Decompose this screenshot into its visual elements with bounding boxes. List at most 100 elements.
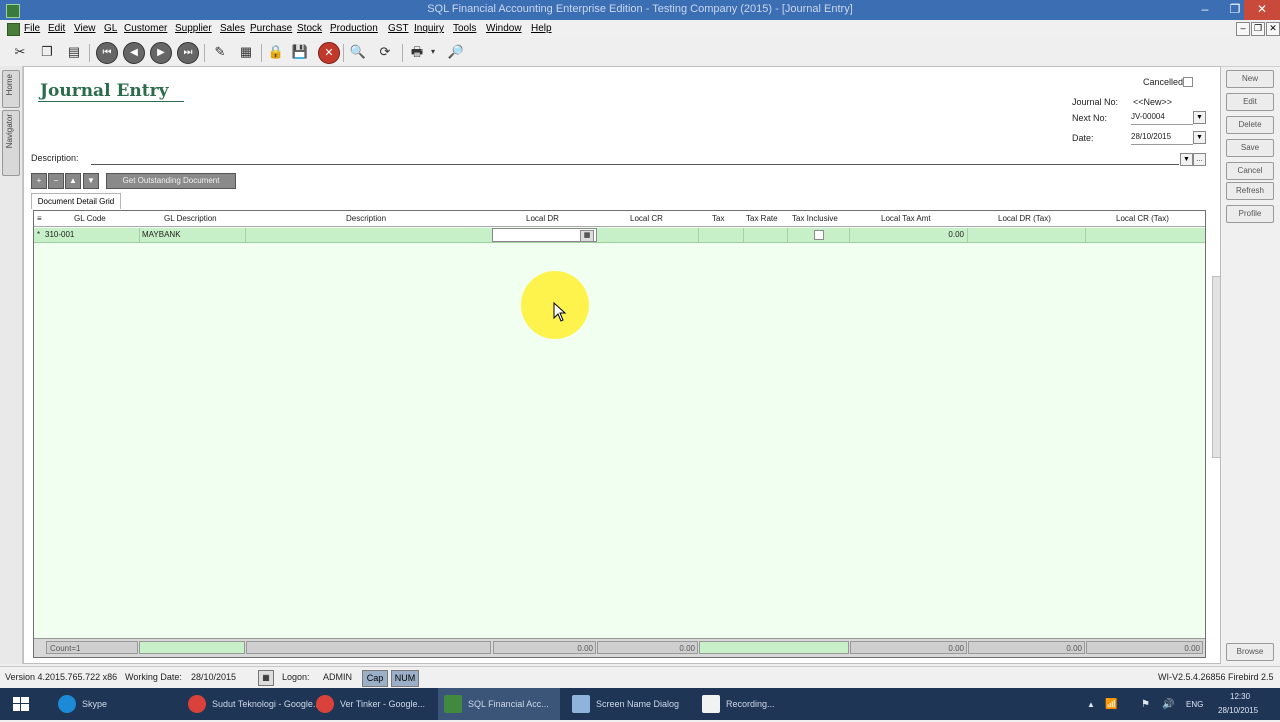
menu-gl[interactable]: GL — [104, 23, 117, 34]
first-record-icon[interactable]: ⏮ — [96, 42, 118, 64]
taskbar-item-screen-dialog[interactable]: Screen Name Dialog — [566, 688, 688, 720]
refresh-icon[interactable]: ⟳ — [375, 42, 395, 62]
save-button[interactable]: Save — [1226, 139, 1274, 157]
menu-file[interactable]: File — [24, 23, 40, 34]
menu-customer[interactable]: Customer — [124, 23, 167, 34]
print-icon[interactable]: 🖶 — [407, 42, 427, 62]
menu-production[interactable]: Production — [330, 23, 378, 34]
browse-button[interactable]: Browse — [1226, 643, 1274, 661]
volume-icon[interactable]: 🔊 — [1162, 699, 1174, 710]
taskbar-item-recorder[interactable]: Recording... — [696, 688, 818, 720]
get-outstanding-document-button[interactable]: Get Outstanding Document — [106, 173, 236, 189]
print-preview-icon[interactable]: 🔎 — [446, 42, 466, 62]
local-tax-amt-cell[interactable]: 0.00 — [934, 230, 964, 239]
calendar-icon[interactable]: ▦ — [258, 670, 274, 686]
menu-inquiry[interactable]: Inquiry — [414, 23, 444, 34]
local-dr-cell-editor[interactable]: ▦ — [492, 228, 597, 242]
menu-stock[interactable]: Stock — [297, 23, 322, 34]
previous-record-icon[interactable]: ◀ — [123, 42, 145, 64]
mdi-close-button[interactable]: ✕ — [1266, 22, 1280, 36]
taskbar-item-chrome-2[interactable]: Ver Tinker - Google... — [310, 688, 432, 720]
profile-button[interactable]: Profile — [1226, 205, 1274, 223]
menu-view[interactable]: View — [74, 23, 96, 34]
tray-date[interactable]: 28/10/2015 — [1218, 706, 1258, 715]
mdi-restore-button[interactable]: ❐ — [1251, 22, 1265, 36]
tray-expand-icon[interactable]: ▲ — [1087, 700, 1095, 709]
taskbar-item-sql-financial[interactable]: SQL Financial Acc... — [438, 688, 560, 720]
next-no-dropdown-icon[interactable]: ▼ — [1193, 111, 1206, 124]
search-icon[interactable]: 🔍 — [348, 42, 368, 62]
language-indicator[interactable]: ENG — [1186, 700, 1203, 709]
menu-window[interactable]: Window — [486, 23, 522, 34]
next-record-icon[interactable]: ▶ — [150, 42, 172, 64]
caps-lock-indicator: Cap — [362, 670, 388, 687]
report-icon[interactable]: ▦ — [236, 42, 256, 62]
taskbar-item-chrome-1[interactable]: Sudut Teknologi - Google... — [182, 688, 320, 720]
row-selector-header[interactable]: ≡ — [37, 214, 42, 223]
app-menu-icon[interactable] — [7, 23, 20, 36]
cancel-button[interactable]: Cancel — [1226, 162, 1274, 180]
cancelled-checkbox[interactable] — [1183, 77, 1193, 87]
minimize-button[interactable]: ‒ — [1190, 0, 1220, 20]
edit-button[interactable]: Edit — [1226, 93, 1274, 111]
delete-button[interactable]: Delete — [1226, 116, 1274, 134]
refresh-button[interactable]: Refresh — [1226, 182, 1274, 200]
description-field[interactable] — [91, 152, 1179, 165]
menu-help[interactable]: Help — [531, 23, 552, 34]
print-dropdown-icon[interactable]: ▾ — [428, 42, 438, 62]
tax-inclusive-checkbox[interactable] — [814, 230, 824, 240]
mdi-minimize-button[interactable]: ‒ — [1236, 22, 1250, 36]
move-up-icon[interactable]: ▲ — [65, 173, 81, 189]
start-button[interactable] — [0, 688, 44, 720]
cancel-icon[interactable]: ✕ — [318, 42, 340, 64]
copy-icon[interactable]: ❐ — [37, 42, 57, 62]
network-icon[interactable]: 📶 — [1105, 699, 1117, 710]
add-row-icon[interactable]: + — [31, 173, 47, 189]
date-field[interactable]: 28/10/2015 — [1131, 132, 1193, 145]
column-header[interactable]: Description — [346, 214, 386, 223]
column-header[interactable]: Local Tax Amt — [881, 214, 931, 223]
cut-icon[interactable]: ✂ — [10, 42, 30, 62]
gl-description-cell[interactable]: MAYBANK — [142, 230, 181, 239]
column-header[interactable]: Tax Rate — [746, 214, 778, 223]
move-down-icon[interactable]: ▼ — [83, 173, 99, 189]
edit-document-icon[interactable]: ✎ — [210, 42, 230, 62]
side-tab-navigator[interactable]: Navigator — [2, 110, 20, 176]
gl-code-cell[interactable]: 310-001 — [45, 230, 74, 239]
menu-supplier[interactable]: Supplier — [175, 23, 212, 34]
paste-icon[interactable]: ▤ — [64, 42, 84, 62]
table-row[interactable]: * 310-001 MAYBANK ▦ 0.00 — [34, 228, 1205, 243]
window-title-bar[interactable]: SQL Financial Accounting Enterprise Edit… — [0, 0, 1280, 20]
delete-row-icon[interactable]: − — [48, 173, 64, 189]
lock-icon[interactable]: 🔒 — [266, 42, 286, 62]
column-header[interactable]: GL Description — [164, 214, 217, 223]
column-header[interactable]: Tax — [712, 214, 724, 223]
close-button[interactable]: ✕ — [1244, 0, 1280, 20]
menu-tools[interactable]: Tools — [453, 23, 476, 34]
description-more-icon[interactable]: … — [1193, 153, 1206, 166]
tab-document-detail-grid[interactable]: Document Detail Grid — [31, 193, 121, 209]
calculator-icon[interactable]: ▦ — [580, 230, 594, 242]
vertical-scrollbar[interactable] — [1212, 276, 1221, 458]
last-record-icon[interactable]: ⏭ — [177, 42, 199, 64]
toolbar-separator — [402, 44, 403, 62]
menu-edit[interactable]: Edit — [48, 23, 65, 34]
column-header[interactable]: Local DR (Tax) — [998, 214, 1051, 223]
flag-icon[interactable]: ⚑ — [1141, 699, 1150, 710]
date-dropdown-icon[interactable]: ▼ — [1193, 131, 1206, 144]
menu-sales[interactable]: Sales — [220, 23, 245, 34]
column-header[interactable]: Tax Inclusive — [792, 214, 838, 223]
new-button[interactable]: New — [1226, 70, 1274, 88]
menu-gst[interactable]: GST — [388, 23, 409, 34]
next-no-field[interactable]: JV-00004 — [1131, 112, 1193, 125]
column-header[interactable]: Local CR — [630, 214, 663, 223]
taskbar-item-skype[interactable]: Skype — [52, 688, 174, 720]
description-dropdown-icon[interactable]: ▼ — [1180, 153, 1193, 166]
tray-time[interactable]: 12:30 — [1230, 692, 1250, 701]
column-header[interactable]: Local DR — [526, 214, 559, 223]
column-header[interactable]: GL Code — [74, 214, 106, 223]
menu-purchase[interactable]: Purchase — [250, 23, 292, 34]
side-tab-home[interactable]: Home — [2, 70, 20, 108]
save-icon[interactable]: 💾 — [290, 42, 310, 62]
column-header[interactable]: Local CR (Tax) — [1116, 214, 1169, 223]
